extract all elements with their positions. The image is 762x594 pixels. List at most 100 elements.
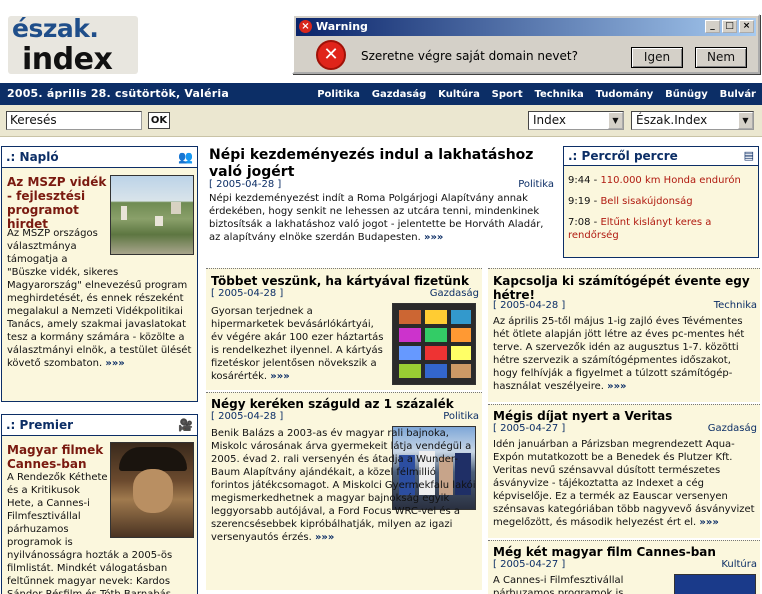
dialog-titlebar[interactable]: × Warning _ □ × [296,18,756,36]
region-select-value: Észak.Index [636,113,708,127]
article-category[interactable]: Technika [714,300,757,311]
article-date: [ 2005-04-28 ] [493,300,566,311]
chevron-down-icon: ▼ [608,112,623,129]
naplo-more-link[interactable]: »»» [105,358,124,369]
perc-header: .: Percről percre ▤ [564,147,758,166]
lead-text-body: Népi kezdeményezést indít a Roma Polgárj… [209,193,544,243]
naplo-text: Az MSZP országos választmánya támogatja … [7,227,195,370]
article-title[interactable]: Többet veszünk, ha kártyával fizetünk [211,274,479,288]
article-text-body: Benik Balázs a 2003-as év magyar rali ba… [211,428,476,543]
warning-dialog: × Warning _ □ × ✕ Szeretne végre saját d… [292,14,760,74]
naplo-header-label: .: Napló [6,150,59,164]
premier-text: A Rendezők Kéthete és a Kritikusok Hete,… [7,471,195,594]
article-text: Gyorsan terjednek a hipermarketek bevásá… [211,305,388,383]
article-date: [ 2005-04-27 ] [493,423,566,434]
article-date: [ 2005-04-28 ] [211,288,284,299]
article-title[interactable]: Kapcsolja ki számítógépét évente egy hét… [493,274,757,302]
no-button[interactable]: Nem [695,47,747,68]
site-logo[interactable]: észak. index [6,14,142,77]
nav-link-bulvar[interactable]: Bulvár [720,89,756,100]
article-text-body: Idén januárban a Párizsban megrendezett … [493,439,755,528]
lead-article: Népi kezdeményezés indul a lakhatáshoz v… [206,146,556,262]
region-select[interactable]: Észak.Index ▼ [631,111,754,130]
article-text: Idén januárban a Párizsban megrendezett … [493,438,757,529]
premier-header: .: Premier 🎥 [2,415,197,436]
article-meta: [ 2005-04-28 ] Technika [493,300,757,313]
article-title[interactable]: Mégis díjat nyert a Veritas [493,409,757,423]
news-item[interactable]: 9:19 - Bell sisakújdonság [568,195,754,208]
news-time: 7:08 - [568,217,598,228]
perc-header-label: .: Percről percre [568,149,678,163]
lead-meta: [ 2005-04-28 ] Politika [209,179,554,192]
nav-link-kultura[interactable]: Kultúra [438,89,480,100]
lead-title[interactable]: Népi kezdeményezés indul a lakhatáshoz v… [209,147,554,181]
document-icon: ▤ [743,149,754,162]
premier-title[interactable]: Magyar filmek Cannes-ban [7,443,107,471]
nav-link-sport[interactable]: Sport [492,89,523,100]
maximize-button[interactable]: □ [722,20,737,33]
dialog-title: Warning [316,20,368,33]
news-time: 9:44 - [568,175,598,186]
news-item[interactable]: 7:08 - Eltűnt kislányt keres a rendőrség [568,216,754,242]
article-meta: [ 2005-04-27 ] Kultúra [493,559,757,572]
article-more-link[interactable]: »»» [699,517,718,528]
article-text: Benik Balázs a 2003-as év magyar rali ba… [211,427,477,544]
cannes-image[interactable] [674,574,756,594]
article-category[interactable]: Politika [443,411,479,422]
nav-link-technika[interactable]: Technika [534,89,583,100]
dialog-message: Szeretne végre saját domain nevet? [361,49,578,63]
logo-line2: index [22,42,113,77]
naplo-header: .: Napló 👥 [2,147,197,168]
close-button[interactable]: × [739,20,754,33]
article-category[interactable]: Gazdaság [430,288,479,299]
error-small-icon: × [299,20,312,33]
article-category[interactable]: Gazdaság [708,423,757,434]
minimize-button[interactable]: _ [705,20,720,33]
lead-text: Népi kezdeményezést indít a Roma Polgárj… [209,192,554,244]
search-input[interactable]: Keresés [6,111,142,130]
nav-link-tudomany[interactable]: Tudomány [596,89,654,100]
article-veritas: Mégis díjat nyert a Veritas [ 2005-04-27… [488,404,760,538]
article-more-link[interactable]: »»» [315,532,334,543]
nav-link-gazdasag[interactable]: Gazdaság [372,89,427,100]
yes-button[interactable]: Igen [631,47,683,68]
news-text[interactable]: 110.000 km Honda endurón [600,175,740,186]
naplo-title[interactable]: Az MSZP vidék - fejlesztési programot hi… [7,175,107,231]
article-date: [ 2005-04-28 ] [211,411,284,422]
error-icon: ✕ [316,40,346,70]
film-icon: 🎥 [178,418,193,432]
nav-links: Politika Gazdaság Kultúra Sport Technika… [309,87,756,100]
people-icon: 👥 [178,150,193,164]
lead-category[interactable]: Politika [518,179,554,190]
news-item[interactable]: 9:44 - 110.000 km Honda endurón [568,174,754,187]
article-cannes: Még két magyar film Cannes-ban [ 2005-04… [488,540,760,594]
article-kartya: Többet veszünk, ha kártyával fizetünk [ … [206,268,482,390]
premier-header-label: .: Premier [6,418,74,432]
article-title[interactable]: Négy keréken száguld az 1 százalék [211,397,479,411]
article-more-link[interactable]: »»» [270,371,289,382]
article-text-body: Gyorsan terjednek a hipermarketek bevásá… [211,306,384,382]
navbar: 2005. április 28. csütörtök, Valéria Pol… [0,83,762,105]
cards-image[interactable] [392,303,476,385]
site-select[interactable]: Index ▼ [528,111,624,130]
perc-box: .: Percről percre ▤ 9:44 - 110.000 km Ho… [563,146,759,258]
lead-date: [ 2005-04-28 ] [209,179,282,190]
article-title[interactable]: Még két magyar film Cannes-ban [493,545,757,559]
article-more-link[interactable]: »»» [607,381,626,392]
article-category[interactable]: Kultúra [721,559,757,570]
date-label: 2005. április 28. csütörtök, Valéria [7,87,230,100]
article-rali: Négy keréken száguld az 1 százalék [ 200… [206,392,482,590]
site-select-value: Index [533,113,567,127]
lead-more-link[interactable]: »»» [424,232,443,243]
logo-line1: észak. [12,14,99,43]
nav-link-bunugy[interactable]: Bűnügy [665,89,708,100]
news-text[interactable]: Bell sisakújdonság [600,196,692,207]
nav-link-politika[interactable]: Politika [317,89,360,100]
search-ok-button[interactable]: OK [148,112,170,129]
article-meta: [ 2005-04-28 ] Politika [211,411,479,424]
search-bar: Keresés OK Index ▼ Észak.Index ▼ [0,105,762,137]
article-text: A Cannes-i Filmfesztivállal párhuzamos p… [493,574,670,594]
news-time: 9:19 - [568,196,598,207]
article-meta: [ 2005-04-28 ] Gazdaság [211,288,479,301]
premier-box: .: Premier 🎥 Magyar filmek Cannes-ban A … [1,414,198,594]
